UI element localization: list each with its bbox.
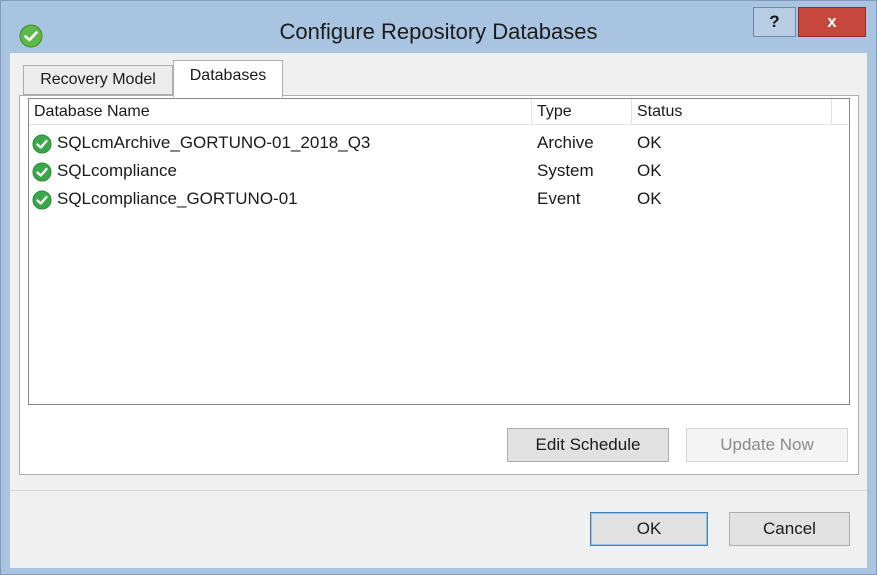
help-button[interactable]: ? [753, 7, 796, 37]
column-header-type[interactable]: Type [532, 99, 632, 125]
column-header-filler [832, 99, 849, 125]
dialog-content: Recovery Model Databases Database Name T… [10, 53, 867, 568]
database-type: Event [537, 189, 581, 208]
check-icon [32, 190, 52, 210]
database-name: SQLcompliance_GORTUNO-01 [57, 189, 298, 208]
database-status: OK [637, 189, 662, 208]
database-name: SQLcompliance [57, 161, 178, 180]
column-header-database-name[interactable]: Database Name [29, 99, 532, 125]
edit-schedule-button[interactable]: Edit Schedule [507, 428, 669, 462]
dialog-window: Configure Repository Databases ? x Recov… [0, 0, 877, 575]
tab-recovery-model[interactable]: Recovery Model [23, 65, 173, 95]
table-row[interactable]: SQLcompliance System OK [29, 157, 849, 185]
dialog-footer: OK Cancel [10, 490, 867, 568]
table-row[interactable]: SQLcompliance_GORTUNO-01 Event OK [29, 185, 849, 213]
window-title: Configure Repository Databases [279, 19, 598, 44]
database-type: Archive [537, 133, 594, 152]
database-type: System [537, 161, 594, 180]
database-list[interactable]: Database Name Type Status SQLcmArchive_G… [28, 98, 850, 405]
cancel-button[interactable]: Cancel [729, 512, 850, 546]
check-icon [32, 134, 52, 154]
column-header-status[interactable]: Status [632, 99, 832, 125]
title-bar[interactable]: Configure Repository Databases ? x [1, 1, 876, 53]
database-name: SQLcmArchive_GORTUNO-01_2018_Q3 [57, 133, 371, 152]
check-icon [32, 162, 52, 182]
update-now-button[interactable]: Update Now [686, 428, 848, 462]
database-status: OK [637, 133, 662, 152]
databases-tab-panel: Database Name Type Status SQLcmArchive_G… [19, 95, 859, 475]
database-status: OK [637, 161, 662, 180]
tab-databases[interactable]: Databases [173, 60, 283, 97]
close-button[interactable]: x [798, 7, 866, 37]
ok-button[interactable]: OK [590, 512, 708, 546]
table-row[interactable]: SQLcmArchive_GORTUNO-01_2018_Q3 Archive … [29, 129, 849, 157]
